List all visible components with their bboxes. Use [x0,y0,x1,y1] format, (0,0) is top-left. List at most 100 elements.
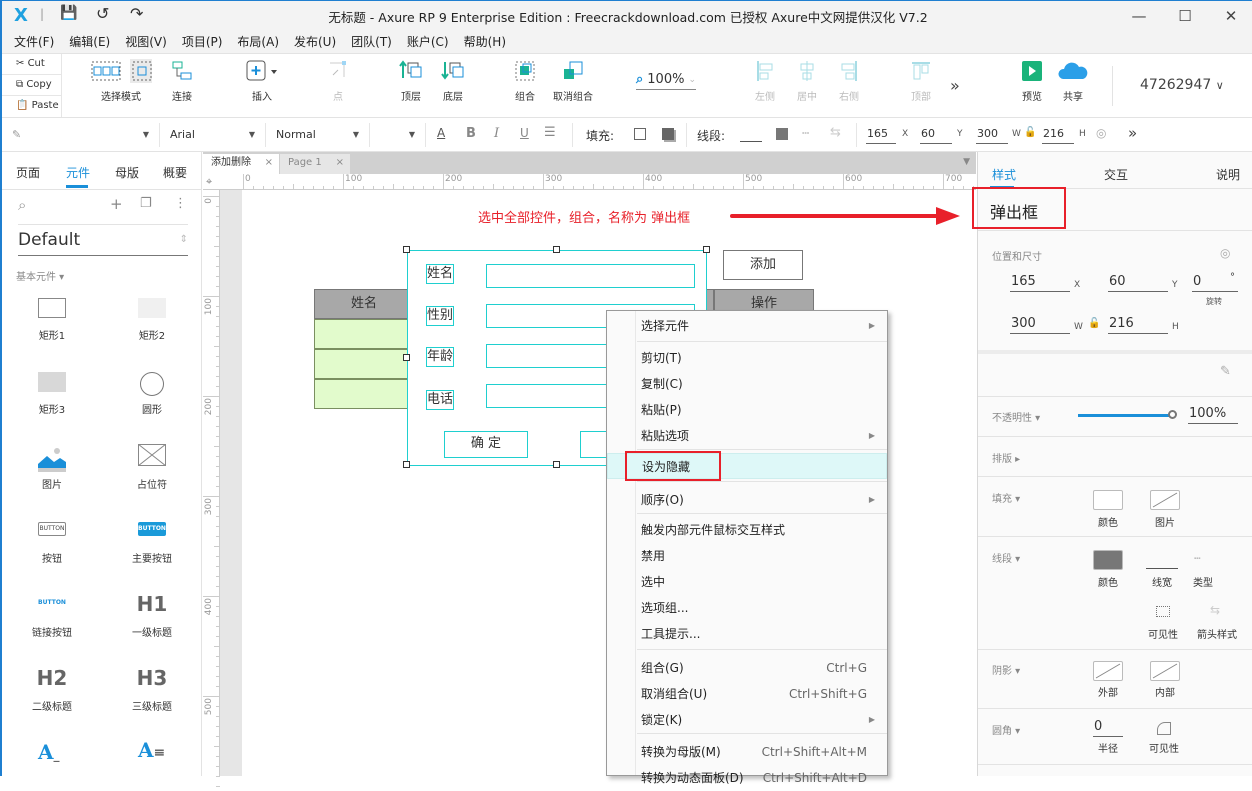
resize-handle[interactable] [553,461,560,468]
line-style-icon[interactable]: ┄ [802,126,809,140]
add-library-icon[interactable]: + [110,195,123,213]
confirm-button[interactable]: 确 定 [444,431,528,458]
context-menu-item[interactable]: 选中 [607,569,887,595]
menu-project[interactable]: 项目(P) [182,30,223,53]
fill-color-swatch[interactable] [634,128,646,140]
close-button[interactable]: ✕ [1216,5,1246,27]
align-center-button[interactable]: 居中 [794,54,820,118]
line-color-swatch[interactable] [1093,550,1123,570]
tab-notes[interactable]: 说明 [1216,166,1240,183]
font-weight-select[interactable]: Normal ▼ [266,123,370,147]
form-label-gender[interactable]: 性别 [426,306,455,326]
table-row[interactable] [314,349,414,379]
library-select[interactable]: Default ⇕ [18,230,188,256]
width-input[interactable]: 300 [1010,316,1070,334]
widget-link-button[interactable]: BUTTON 链接按钮 [2,596,102,639]
fill-image-swatch[interactable] [1150,490,1180,510]
widget-category[interactable]: 基本元件 ▾ [16,268,64,283]
align-left-button[interactable]: 左侧 [752,54,778,118]
doc-tab-active[interactable]: 添加删除 × [203,154,279,174]
menu-account[interactable]: 账户(C) [407,30,449,53]
menu-view[interactable]: 视图(V) [125,30,167,53]
menu-team[interactable]: 团队(T) [351,30,392,53]
widget-heading2[interactable]: H2 二级标题 [2,666,102,713]
height-input[interactable]: 216 [1108,316,1168,334]
opacity-slider-handle[interactable] [1168,410,1177,419]
lock-icon[interactable]: 🔓 [1024,127,1036,138]
menu-edit[interactable]: 编辑(E) [69,30,110,53]
resize-handle[interactable] [403,354,410,361]
opacity-slider-track[interactable] [1078,414,1172,417]
align-right-button[interactable]: 右侧 [836,54,862,118]
tab-interactions[interactable]: 交互 [1104,166,1128,183]
style-edit-icon[interactable]: ✎ [1220,364,1231,379]
library-copy-icon[interactable]: ❐ [140,196,152,211]
tab-masters[interactable]: 母版 [115,164,139,181]
tab-style[interactable]: 样式 [992,166,1016,183]
font-size-select[interactable]: ▼ [370,123,426,147]
fill-label[interactable]: 填充 ▾ [992,490,1020,505]
line-visibility-icon[interactable] [1156,606,1170,617]
zoom-select[interactable]: ⌕ 100% ⌄ [636,72,696,90]
radius-input[interactable]: 0 [1093,719,1123,737]
select-mode-button[interactable]: 选择模式 [84,54,158,118]
widget-name-input[interactable]: 弹出框 [990,199,1038,223]
form-label-phone[interactable]: 电话 [426,390,455,410]
align-top-button[interactable]: 顶部 [908,54,934,118]
maximize-button[interactable]: ☐ [1170,5,1200,27]
style-select[interactable]: ✎ ▼ [2,123,160,147]
context-menu-item[interactable]: 工具提示... [607,621,887,647]
share-button[interactable]: 共享 [1056,54,1090,118]
tab-overflow-icon[interactable]: ▼ [963,157,970,167]
tab-widgets[interactable]: 元件 [66,164,90,181]
menu-file[interactable]: 文件(F) [14,30,54,53]
outer-shadow-swatch[interactable] [1093,661,1123,681]
corner-visibility-icon[interactable] [1157,722,1171,735]
point-button[interactable]: 点 [320,54,356,118]
widget-heading1[interactable]: H1 一级标题 [102,592,202,639]
menu-layout[interactable]: 布局(A) [237,30,279,53]
widget-heading3[interactable]: H3 三级标题 [102,666,202,713]
bullet-list-icon[interactable]: ☰ [544,125,556,140]
x-input[interactable]: 165 [866,126,896,144]
widget-placeholder[interactable]: 占位符 [102,443,202,491]
context-menu-item[interactable]: 锁定(K) ▶ [607,707,887,733]
resize-handle[interactable] [403,246,410,253]
context-menu-item[interactable]: 禁用 [607,543,887,569]
doc-tab[interactable]: Page 1 × [280,154,350,174]
name-input[interactable] [486,264,695,288]
search-icon[interactable]: ⌕ [18,196,26,214]
y-input[interactable]: 60 [1108,274,1168,292]
shadow-swatch[interactable] [662,128,674,140]
context-menu-item[interactable]: 顺序(O) ▶ [607,487,887,513]
font-color-icon[interactable]: A [437,126,445,140]
widget-primary-button[interactable]: BUTTON 主要按钮 [102,522,202,565]
opacity-label[interactable]: 不透明性 ▾ [992,409,1040,424]
add-button[interactable]: 添加 [723,250,803,280]
line-width-select[interactable] [1146,568,1178,569]
line-color-swatch[interactable] [776,128,788,140]
line-label[interactable]: 线段 ▾ [992,550,1020,565]
layout-label[interactable]: 排版 ▸ [992,450,1020,465]
arrow-style-icon[interactable]: ⇆ [830,125,841,140]
group-button[interactable]: 组合 [508,54,542,118]
line-width-select[interactable] [740,130,762,142]
insert-button[interactable]: 插入 [238,54,286,118]
bold-icon[interactable]: B [466,126,476,141]
more-options-icon[interactable]: ⋮ [174,196,187,211]
widget-button[interactable]: BUTTON 按钮 [2,522,102,565]
tab-outline[interactable]: 概要 [163,164,187,181]
table-row[interactable] [314,319,414,349]
table-header-name[interactable]: 姓名 [314,289,414,319]
lock-icon[interactable]: 🔓 [1088,318,1100,329]
h-input[interactable]: 216 [1042,126,1074,144]
paste-button[interactable]: 📋 Paste [2,96,62,117]
context-menu-item[interactable]: 转换为母版(M) Ctrl+Shift+Alt+M [607,739,887,765]
widget-rectangle1[interactable]: 矩形1 [2,298,102,342]
w-input[interactable]: 300 [976,126,1008,144]
font-family-select[interactable]: Arial ▼ [160,123,266,147]
ungroup-button[interactable]: 取消组合 [550,54,596,118]
italic-icon[interactable]: I [494,126,499,141]
context-menu-item[interactable]: 复制(C) [607,371,887,397]
bring-to-front-button[interactable]: 顶层 [394,54,428,118]
